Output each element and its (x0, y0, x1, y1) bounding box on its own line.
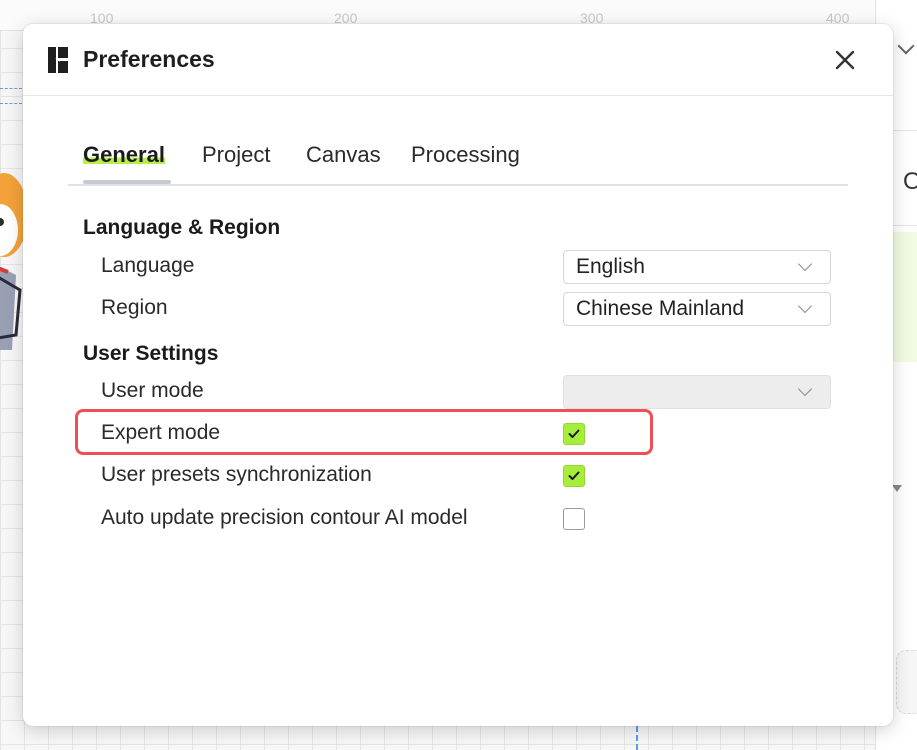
selection-guide (636, 726, 652, 750)
language-label: Language (101, 254, 195, 277)
auto-update-label: Auto update precision contour AI model (101, 506, 468, 529)
section-title-language-region: Language & Region (83, 216, 281, 239)
panel-button[interactable] (896, 650, 917, 714)
chevron-down-icon[interactable] (897, 37, 915, 55)
language-select[interactable]: English (563, 250, 831, 284)
tab-project[interactable]: Project (202, 142, 270, 182)
caret-down-icon (892, 485, 902, 492)
tab-processing[interactable]: Processing (411, 142, 520, 182)
section-title-user-settings: User Settings (83, 342, 219, 365)
user-mode-label: User mode (101, 379, 204, 402)
region-label: Region (101, 296, 168, 319)
highlight-annotation (75, 409, 653, 455)
close-icon[interactable] (831, 46, 859, 74)
chevron-down-icon (797, 298, 813, 314)
tab-label: Processing (411, 142, 520, 167)
active-tab-indicator (83, 180, 171, 184)
preferences-tabs: General Project Canvas Processing (68, 134, 848, 186)
auto-update-checkbox[interactable] (563, 508, 585, 530)
tab-general[interactable]: General (83, 142, 165, 182)
user-mode-select[interactable] (563, 375, 831, 409)
preferences-dialog: Preferences General Project Canvas Proce… (23, 24, 893, 726)
presets-sync-label: User presets synchronization (101, 463, 372, 486)
chevron-down-icon (797, 381, 813, 397)
panel-label: O (903, 168, 917, 195)
tab-label: General (83, 142, 165, 167)
check-icon (568, 471, 580, 480)
app-logo-icon (48, 47, 68, 73)
language-value: English (576, 255, 645, 278)
tab-canvas[interactable]: Canvas (306, 142, 381, 182)
tab-label: Canvas (306, 142, 381, 167)
region-select[interactable]: Chinese Mainland (563, 292, 831, 326)
selection-guide (0, 88, 22, 104)
dialog-title: Preferences (83, 46, 215, 72)
tab-label: Project (202, 142, 271, 167)
region-value: Chinese Mainland (576, 297, 745, 320)
chevron-down-icon (797, 256, 813, 272)
presets-sync-checkbox[interactable] (563, 465, 585, 487)
dialog-titlebar: Preferences (23, 24, 893, 96)
